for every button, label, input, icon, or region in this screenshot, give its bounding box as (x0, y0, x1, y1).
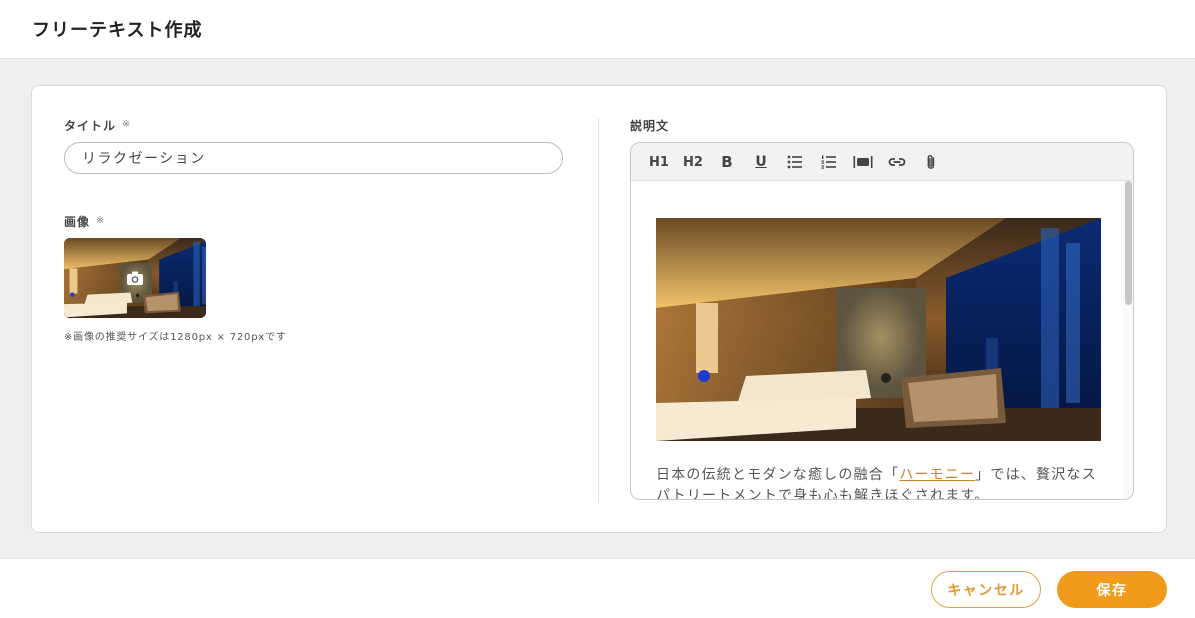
paperclip-icon (927, 155, 935, 169)
heading1-button[interactable]: H1 (648, 151, 670, 173)
harmony-link[interactable]: ハーモニー (899, 467, 975, 483)
title-required-mark: ※ (122, 119, 132, 130)
spa-description-image (656, 218, 1101, 441)
bullet-list-button[interactable] (784, 151, 806, 173)
embed-block-button[interactable] (852, 151, 874, 173)
editor-toolbar: H1 H2 B U (631, 143, 1133, 181)
page-title: フリーテキスト作成 (32, 20, 203, 41)
link-icon (888, 158, 906, 166)
bullet-list-icon (787, 155, 802, 169)
description-paragraph: 日本の伝統とモダンな癒しの融合「ハーモニー」では、贅沢なスパトリートメントで身も… (656, 465, 1106, 499)
footer-bar: キャンセル 保存 (0, 558, 1195, 618)
numbered-list-icon (821, 155, 836, 169)
image-size-note: ※画像の推奨サイズは1280px × 720pxです (64, 332, 287, 343)
editor-scrollbar[interactable] (1123, 181, 1133, 499)
image-required-mark: ※ (96, 215, 106, 226)
bold-button[interactable]: B (716, 151, 738, 173)
embed-block-icon (853, 156, 873, 168)
attachment-button[interactable] (920, 151, 942, 173)
editor-content[interactable]: 日本の伝統とモダンな癒しの融合「ハーモニー」では、贅沢なスパトリートメントで身も… (631, 181, 1133, 499)
link-button[interactable] (886, 151, 908, 173)
column-divider (598, 118, 599, 502)
image-label: 画像 ※ (64, 213, 105, 230)
description-text-start: 日本の伝統とモダンな癒しの融合「 (656, 467, 900, 483)
underline-button[interactable]: U (750, 151, 772, 173)
top-bar: フリーテキスト作成 (0, 0, 1195, 59)
cancel-button[interactable]: キャンセル (931, 571, 1041, 608)
title-label: タイトル ※ (64, 117, 131, 134)
heading2-button[interactable]: H2 (682, 151, 704, 173)
rich-text-editor: H1 H2 B U 日本の伝統とモダンな癒しの融合「ハーモニー」では、贅沢なスパ… (630, 142, 1134, 500)
title-label-text: タイトル (64, 119, 117, 133)
camera-icon (127, 271, 143, 285)
editor-scrollbar-thumb[interactable] (1125, 181, 1132, 305)
description-label: 説明文 (630, 119, 670, 133)
title-input[interactable] (64, 142, 563, 174)
save-button[interactable]: 保存 (1057, 571, 1167, 608)
numbered-list-button[interactable] (818, 151, 840, 173)
image-label-text: 画像 (64, 215, 91, 229)
image-upload-thumbnail[interactable] (64, 238, 206, 318)
form-card: タイトル ※ 画像 ※ ※画像の推奨サイズは1280px × 720pxです 説明文… (31, 85, 1167, 533)
